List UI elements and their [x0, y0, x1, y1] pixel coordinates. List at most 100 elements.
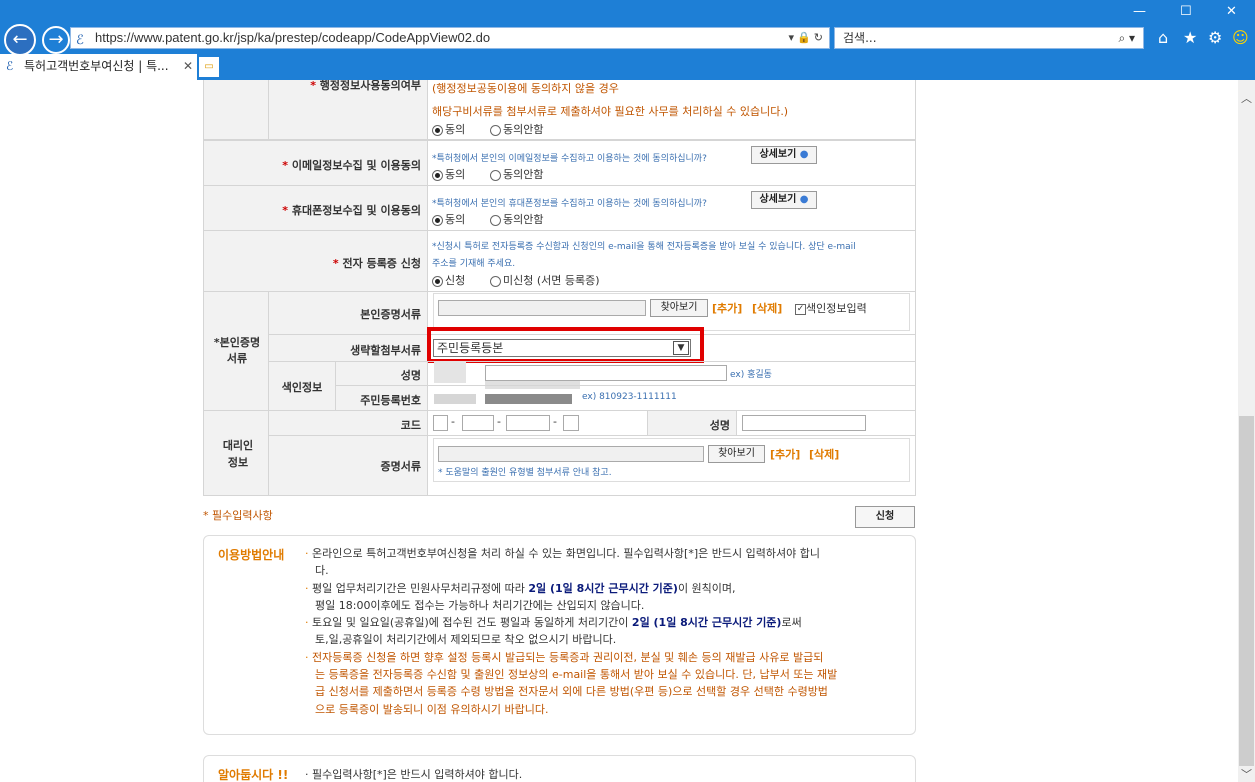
- browser-titlebar: — ☐ ✕ ← → ℰ https://www.patent.go.kr/jsp…: [0, 0, 1255, 58]
- guide-line-5: 토,일,공휴일이 처리기간에서 제외되므로 착오 없으시기 바랍니다.: [315, 633, 617, 646]
- agent-name-input[interactable]: [742, 415, 866, 431]
- guide-line-1: · 온라인으로 특허고객번호부여신청을 처리 하실 수 있는 화면입니다. 필수…: [305, 545, 820, 562]
- cert-docs-browse-button[interactable]: 찾아보기: [708, 445, 765, 463]
- bullet-icon: ·: [305, 616, 312, 629]
- address-url: https://www.patent.go.kr/jsp/ka/prestep/…: [95, 30, 491, 45]
- detail-label: 상세보기: [759, 194, 797, 205]
- email-detail-button[interactable]: 상세보기 ●: [751, 146, 817, 164]
- required-mark: *: [282, 204, 292, 217]
- omit-select[interactable]: 주민등록등본 ▼: [433, 339, 691, 357]
- cert-docs-label: 증명서류: [380, 460, 421, 473]
- radio-off-icon[interactable]: [490, 169, 501, 181]
- radio-off-icon[interactable]: [490, 214, 501, 226]
- tab-close-icon[interactable]: ✕: [183, 54, 193, 78]
- self-cert-label-cell: 본인증명서류: [268, 291, 428, 335]
- ecert-not-apply-radio[interactable]: 미신청 (서면 등록증): [490, 272, 600, 288]
- code-label-cell: 코드: [268, 410, 428, 436]
- not-apply-label: 미신청 (서면 등록증): [503, 274, 600, 287]
- email-label: 이메일정보수집 및 이용동의: [291, 159, 421, 172]
- search-input[interactable]: 검색...: [843, 31, 877, 45]
- radio-on-icon[interactable]: [432, 214, 443, 226]
- row-spacer: [203, 80, 269, 140]
- phone-agree-radio[interactable]: 동의: [432, 211, 465, 227]
- bullet-icon: ·: [305, 768, 312, 781]
- self-cert-label: 본인증명서류: [360, 308, 421, 321]
- bullet-icon: ·: [305, 582, 312, 595]
- site-icon: ℰ: [76, 32, 84, 47]
- code-input-3[interactable]: [506, 415, 550, 431]
- required-mark: *: [310, 80, 320, 92]
- close-window-button[interactable]: ✕: [1226, 4, 1237, 19]
- notice-line-1-text: 필수입력사항[*]은 반드시 입력하셔야 합니다.: [312, 768, 523, 781]
- radio-off-icon[interactable]: [490, 275, 501, 287]
- ecert-label-wrap: * 전자 등록증 신청: [333, 255, 421, 271]
- admin-info-disagree-radio[interactable]: 동의안함: [490, 121, 543, 137]
- maximize-button[interactable]: ☐: [1180, 4, 1192, 19]
- code-dash-3: -: [553, 415, 557, 428]
- agree-label: 동의: [445, 213, 466, 226]
- phone-disagree-radio[interactable]: 동의안함: [490, 211, 543, 227]
- detail-label: 상세보기: [759, 149, 797, 160]
- phone-label: 휴대폰정보수집 및 이용동의: [291, 204, 421, 217]
- radio-off-icon[interactable]: [490, 124, 501, 136]
- name-example: ex) 홍길동: [730, 370, 772, 380]
- blurred-rrn-back: [485, 394, 572, 404]
- address-bar[interactable]: ℰ https://www.patent.go.kr/jsp/ka/preste…: [70, 27, 830, 49]
- cert-docs-file-input[interactable]: [438, 446, 704, 462]
- smiley-feedback-icon[interactable]: ☺: [1232, 28, 1249, 47]
- scroll-up-icon[interactable]: ︿: [1241, 90, 1252, 106]
- admin-info-agree-radio[interactable]: 동의: [432, 121, 465, 137]
- scroll-thumb[interactable]: [1239, 416, 1254, 766]
- index-label: 색인정보: [281, 381, 323, 394]
- disagree-label: 동의안함: [503, 123, 544, 136]
- back-button[interactable]: ←: [4, 24, 36, 56]
- forward-button[interactable]: →: [42, 26, 70, 54]
- code-label: 코드: [400, 419, 421, 432]
- admin-info-text-1: (행정정보공동이용에 동의하지 않을 경우: [432, 82, 619, 95]
- phone-detail-button[interactable]: 상세보기 ●: [751, 191, 817, 209]
- blurred-name-block: [434, 361, 466, 383]
- guide-line-7: 는 등록증을 전자등록증 수신함 및 출원인 정보상의 e-mail을 통해서 …: [315, 668, 838, 681]
- guide-line-4-bold: 2일 (1일 8시간 근무시간 기준): [631, 616, 782, 629]
- browser-tab[interactable]: ℰ 특허고객번호부여신청 | 특... ✕: [0, 54, 197, 80]
- search-icon[interactable]: ⌕ ▾: [1118, 28, 1135, 48]
- ecert-label: 전자 등록증 신청: [342, 257, 422, 270]
- email-disagree-radio[interactable]: 동의안함: [490, 166, 543, 182]
- rrn-example: ex) 810923-1111111: [582, 392, 677, 402]
- email-agree-radio[interactable]: 동의: [432, 166, 465, 182]
- code-input-4[interactable]: [563, 415, 579, 431]
- address-controls-icon[interactable]: ▾ 🔒 ↻: [788, 28, 823, 48]
- vertical-scrollbar[interactable]: ︿ ﹀: [1238, 80, 1255, 782]
- name-input[interactable]: [485, 365, 727, 381]
- guide-line-2: · 평일 업무처리기간은 민원사무처리규정에 따라 2일 (1일 8시간 근무시…: [305, 580, 736, 597]
- admin-info-label: 행정정보사용동의여부: [319, 80, 421, 92]
- admin-info-label-cell: * 행정정보사용동의여부: [268, 80, 428, 140]
- guide-line-3: 평일 18:00이후에도 접수는 가능하나 처리기간에는 산입되지 않습니다.: [315, 599, 645, 612]
- guide-line-1-text: 온라인으로 특허고객번호부여신청을 처리 하실 수 있는 화면입니다. 필수입력…: [312, 547, 820, 560]
- cert-docs-label-cell: 증명서류: [268, 435, 428, 496]
- new-tab-icon[interactable]: ▭: [199, 57, 219, 77]
- radio-on-icon[interactable]: [432, 169, 443, 181]
- admin-info-label-wrap: * 행정정보사용동의여부: [310, 80, 421, 93]
- settings-gear-icon[interactable]: ⚙: [1208, 28, 1222, 47]
- cert-docs-add-link[interactable]: [추가]: [770, 446, 800, 462]
- guide-line-6-text: 전자등록증 신청을 하면 향후 설정 등록시 발급되는 등록증과 권리이전, 분…: [312, 651, 824, 664]
- code-input-1[interactable]: [433, 415, 448, 431]
- self-docs-label: *본인증명서류: [213, 336, 261, 365]
- search-box[interactable]: 검색... ⌕ ▾: [834, 27, 1144, 49]
- omit-label: 생략할첨부서류: [350, 344, 421, 357]
- chevron-down-icon[interactable]: ▼: [673, 341, 689, 355]
- home-icon[interactable]: ⌂: [1158, 28, 1168, 47]
- radio-on-icon[interactable]: [432, 124, 443, 136]
- agree-label: 동의: [445, 123, 466, 136]
- ecert-apply-radio[interactable]: 신청: [432, 272, 465, 288]
- help-note: * 도움말의 출원인 유형별 첨부서류 안내 참고.: [438, 468, 612, 478]
- favorites-star-icon[interactable]: ★: [1183, 28, 1197, 47]
- code-input-2[interactable]: [462, 415, 494, 431]
- scroll-down-icon[interactable]: ﹀: [1241, 766, 1252, 782]
- submit-button[interactable]: 신청: [855, 506, 915, 528]
- agree-label: 동의: [445, 168, 466, 181]
- minimize-button[interactable]: —: [1133, 4, 1146, 19]
- cert-docs-delete-link[interactable]: [삭제]: [809, 446, 839, 462]
- radio-on-icon[interactable]: [432, 275, 443, 287]
